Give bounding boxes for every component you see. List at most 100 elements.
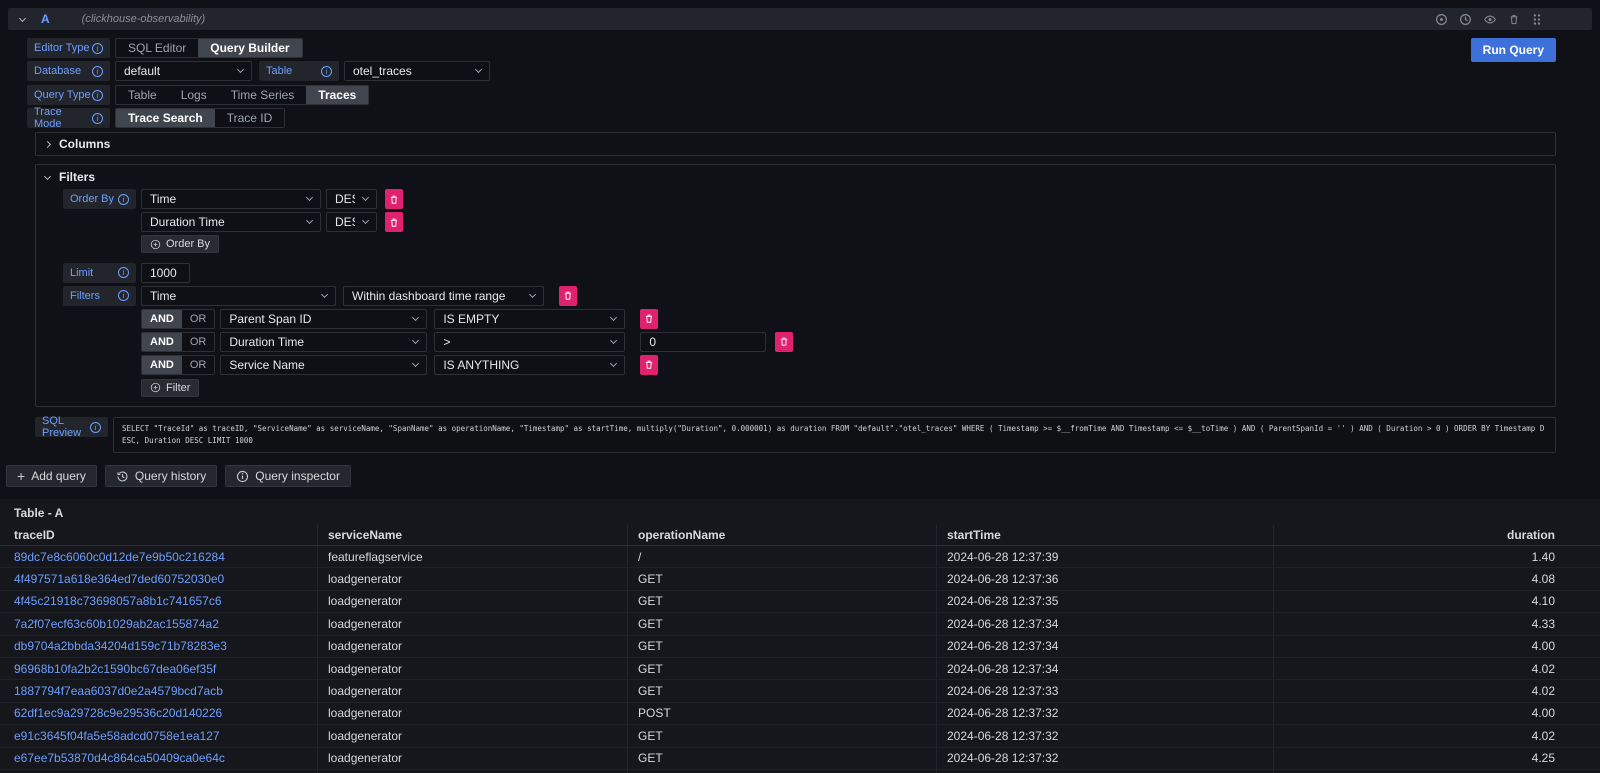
table-row: 89dc7e8c6060c0d12de7e9b50c216284 feature… [0,546,1600,568]
remove-filter-button[interactable] [559,286,577,306]
and-option[interactable]: AND [142,356,182,374]
clock-icon[interactable] [1459,13,1472,26]
trace-id-link[interactable]: 4f45c21918c73698057a8b1c741657c6 [14,594,222,608]
run-query-button[interactable]: Run Query [1471,38,1556,62]
trace-id-link[interactable]: 7a2f07ecf63c60b1029ab2ac155874a2 [14,617,219,631]
info-icon[interactable] [92,113,103,124]
filters-label: Filters [63,286,136,306]
column-header-duration[interactable]: duration [1273,525,1600,545]
info-icon[interactable] [321,66,332,77]
history-icon [116,470,129,483]
column-header-traceid[interactable]: traceID [0,525,317,545]
query-type-label: Query Type [27,85,110,105]
drag-handle-icon[interactable] [1531,13,1542,26]
add-filter-button[interactable]: Filter [141,379,199,397]
filters-collapse[interactable]: Filters [36,165,1555,189]
editor-type-option-sql-editor[interactable]: SQL Editor [116,39,198,57]
info-icon[interactable] [90,422,101,433]
operation-name-cell: / [627,546,936,567]
filter-operator-select[interactable]: > [434,332,625,352]
caret-down-icon [321,290,328,297]
query-type-option-traces[interactable]: Traces [306,86,368,104]
caret-down-icon [237,66,244,73]
remove-order-by-button[interactable] [385,189,403,209]
start-time-cell: 2024-06-28 12:37:32 [936,703,1273,724]
filter-operator-select[interactable]: Within dashboard time range [343,286,544,306]
trace-mode-option-trace-id[interactable]: Trace ID [215,109,285,127]
remove-filter-button[interactable] [640,309,658,329]
sql-preview-label: SQL Preview [35,417,108,437]
caret-down-icon [475,66,482,73]
caret-down-icon [412,359,419,366]
trace-mode-option-trace-search[interactable]: Trace Search [116,109,215,127]
filter-operator-select[interactable]: IS ANYTHING [434,355,625,375]
duration-cell: 4.00 [1273,636,1600,657]
filter-field-select[interactable]: Service Name [220,355,427,375]
editor-type-option-query-builder[interactable]: Query Builder [198,39,301,57]
columns-collapse[interactable]: Columns [35,132,1556,156]
trash-icon[interactable] [1508,13,1520,26]
filter-condition-row: AND OR Duration Time > [141,332,1555,352]
info-icon[interactable] [118,267,129,278]
info-icon[interactable] [118,290,129,301]
results-table: traceID serviceName operationName startT… [0,525,1600,773]
info-icon[interactable] [118,194,129,205]
order-by-direction-select[interactable]: DESC [326,212,377,232]
grafana-query-editor-page: { "colors": { "accent_blue": "#3d71d9", … [0,8,1600,773]
table-row: e67ee7b53870d4c864ca50409ca0e64c loadgen… [0,748,1600,770]
and-option[interactable]: AND [142,310,182,328]
database-select[interactable]: default [115,61,252,81]
trace-id-link[interactable]: 89dc7e8c6060c0d12de7e9b50c216284 [14,550,225,564]
info-icon[interactable] [92,66,103,77]
query-type-option-logs[interactable]: Logs [169,86,219,104]
limit-input[interactable] [141,263,190,283]
service-name-cell: loadgenerator [317,568,627,589]
or-option[interactable]: OR [182,310,215,328]
service-name-cell: loadgenerator [317,725,627,746]
trace-id-link[interactable]: e91c3645f04fa5e58adcd0758e1ea127 [14,729,220,743]
query-row-header[interactable]: A (clickhouse-observability) [8,8,1592,30]
filter-field-select[interactable]: Duration Time [220,332,427,352]
table-select[interactable]: otel_traces [344,61,490,81]
trace-id-link[interactable]: 96968b10fa2b2c1590bc67dea06ef35f [14,662,216,676]
filter-field-select[interactable]: Parent Span ID [220,309,427,329]
column-header-operationname[interactable]: operationName [627,525,936,545]
query-history-button[interactable]: Query history [105,465,217,487]
record-icon[interactable] [1435,13,1448,26]
trace-id-link[interactable]: 1887794f7eaa6037d0e2a4579bcd7acb [14,684,223,698]
info-icon[interactable] [92,43,103,54]
remove-filter-button[interactable] [775,332,793,352]
order-by-field-select[interactable]: Duration Time [141,212,321,232]
eye-icon[interactable] [1483,13,1497,26]
add-query-button[interactable]: Add query [6,465,97,487]
caret-down-icon [610,336,617,343]
trace-id-link[interactable]: 4f497571a618e364ed7ded60752030e0 [14,572,224,586]
remove-order-by-button[interactable] [385,212,403,232]
datasource-name: (clickhouse-observability) [82,13,206,25]
filter-operator-select[interactable]: IS EMPTY [434,309,625,329]
column-header-servicename[interactable]: serviceName [317,525,627,545]
trace-id-link[interactable]: 62df1ec9a29728c9e29536c20d140226 [14,706,222,720]
trace-id-link[interactable]: e67ee7b53870d4c864ca50409ca0e64c [14,751,225,765]
filter-time-row: Filters Time Within dashboard time range [36,286,1555,306]
order-by-field-select[interactable]: Time [141,189,321,209]
or-option[interactable]: OR [182,333,215,351]
and-option[interactable]: AND [142,333,182,351]
duration-cell: 4.02 [1273,725,1600,746]
or-option[interactable]: OR [182,356,215,374]
filter-value-input[interactable] [640,332,766,352]
chevron-down-icon[interactable] [19,14,26,21]
info-icon[interactable] [92,90,103,101]
remove-filter-button[interactable] [640,355,658,375]
order-by-direction-select[interactable]: DESC [326,189,377,209]
query-type-option-table[interactable]: Table [116,86,169,104]
query-type-option-time-series[interactable]: Time Series [219,86,307,104]
trace-id-link[interactable]: db9704a2bbda34204d159c71b78283e3 [14,639,227,653]
bool-operator-toggle: AND OR [141,355,215,375]
start-time-cell: 2024-06-28 12:37:35 [936,591,1273,612]
query-inspector-button[interactable]: Query inspector [225,465,351,487]
column-header-starttime[interactable]: startTime [936,525,1273,545]
filter-field-select[interactable]: Time [141,286,336,306]
add-order-by-button[interactable]: Order By [141,235,219,253]
duration-cell: 4.00 [1273,703,1600,724]
